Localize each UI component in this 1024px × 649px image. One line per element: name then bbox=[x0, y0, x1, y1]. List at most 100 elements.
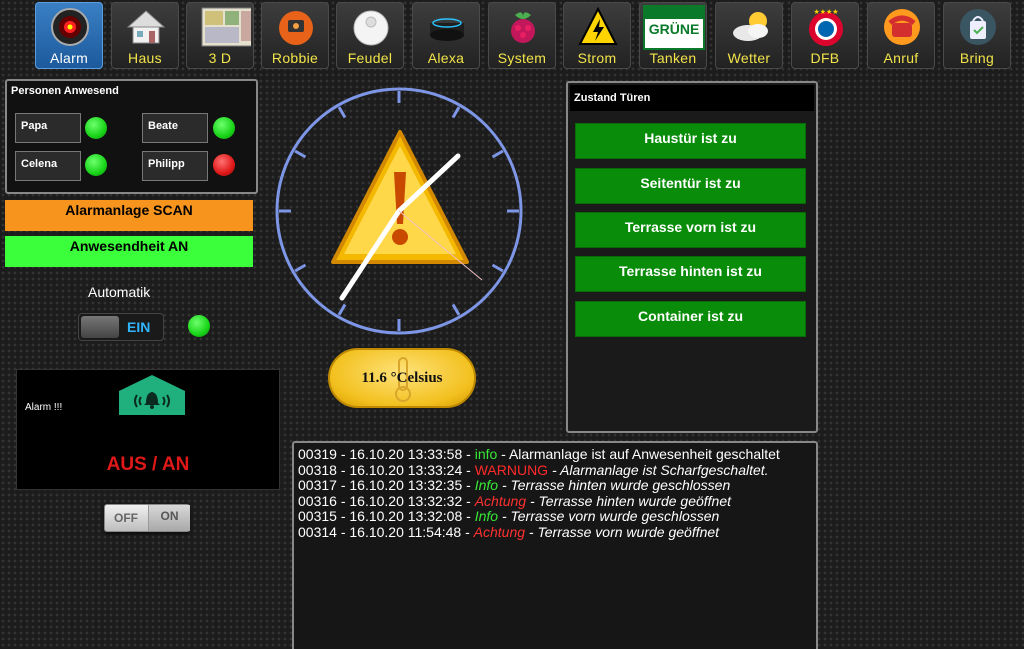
analog-clock bbox=[275, 87, 523, 335]
clock-tick bbox=[451, 303, 461, 316]
presence-indicator-papa bbox=[85, 117, 107, 139]
nav-feudel[interactable]: Feudel bbox=[336, 2, 404, 69]
nav-label: Strom bbox=[577, 50, 617, 66]
log-entry-prefix: 00316 - 16.10.20 13:32:32 - bbox=[298, 492, 475, 509]
log-entry: 00317 - 16.10.20 13:32:35 - Info - Terra… bbox=[298, 477, 730, 493]
door-status-terrasse-vorn: Terrasse vorn ist zu bbox=[575, 212, 806, 248]
alarm-scan-button[interactable]: Alarmanlage SCAN bbox=[5, 200, 253, 231]
floorplan-3d-icon bbox=[201, 7, 251, 47]
door-status-haustuer: Haustür ist zu bbox=[575, 123, 806, 159]
presence-indicator-celena bbox=[85, 154, 107, 176]
clock-tick bbox=[451, 106, 461, 119]
on-label: ON bbox=[148, 505, 190, 531]
person-papa: Papa bbox=[15, 113, 81, 143]
clock-tick bbox=[337, 106, 347, 119]
nav-tanken[interactable]: GRÜNE Tanken bbox=[639, 2, 707, 69]
nav-dfb[interactable]: ★★★★ DFB bbox=[791, 2, 859, 69]
nav-system[interactable]: System bbox=[488, 2, 556, 69]
weather-cloud-sun-icon bbox=[733, 12, 768, 41]
door-status-terrasse-hinten: Terrasse hinten ist zu bbox=[575, 256, 806, 292]
doors-panel-title: Zustand Türen bbox=[574, 92, 651, 104]
nav-label: Alarm bbox=[49, 50, 89, 66]
alarm-status: AUS / AN bbox=[106, 454, 190, 475]
warning-triangle-icon bbox=[331, 130, 469, 264]
phone-icon bbox=[884, 9, 920, 45]
nav-label: 3 D bbox=[208, 50, 232, 66]
log-entry-prefix: 00319 - 16.10.20 13:33:58 - bbox=[298, 446, 475, 462]
shopping-bag-icon bbox=[960, 9, 996, 45]
nav-anruf[interactable]: Anruf bbox=[867, 2, 935, 69]
gas-station-icon: GRÜNE bbox=[643, 5, 705, 50]
log-entry: 00318 - 16.10.20 13:33:24 - WARNUNG - Al… bbox=[298, 462, 769, 478]
door-status-seitentuer: Seitentür ist zu bbox=[575, 168, 806, 204]
off-label: OFF bbox=[114, 511, 138, 525]
nav-strom[interactable]: Strom bbox=[563, 2, 631, 69]
nav-label: Tanken bbox=[649, 50, 697, 66]
nav-label: Alexa bbox=[427, 50, 465, 66]
nav-label: System bbox=[497, 50, 547, 66]
nav-3d[interactable]: 3 D bbox=[186, 2, 254, 69]
alarm-off-on-switch[interactable]: OFF ON bbox=[104, 504, 190, 532]
nav-robbie[interactable]: Robbie bbox=[261, 2, 329, 69]
automatik-label: Automatik bbox=[88, 284, 151, 300]
nav-label: Haus bbox=[128, 50, 162, 66]
person-celena: Celena bbox=[15, 151, 81, 181]
nav-alexa[interactable]: Alexa bbox=[412, 2, 480, 69]
clock-tick bbox=[294, 263, 307, 273]
log-entry-prefix: 00314 - 16.10.20 11:54:48 - bbox=[298, 524, 474, 540]
log-entry-message: - Alarmanlage ist auf Anwesenheit gescha… bbox=[497, 446, 780, 462]
event-log[interactable]: 00319 - 16.10.20 13:33:58 - info - Alarm… bbox=[292, 441, 818, 649]
high-voltage-icon bbox=[578, 7, 618, 45]
clock-tick bbox=[491, 263, 504, 273]
log-entry: 00315 - 16.10.20 13:32:08 - Info - Terra… bbox=[298, 508, 719, 524]
alarm-box-label: Alarm !!! bbox=[25, 402, 63, 413]
log-entry-prefix: 00315 - 16.10.20 13:32:08 - bbox=[298, 508, 475, 525]
log-entry-prefix: 00318 - 16.10.20 13:33:24 - bbox=[298, 461, 475, 478]
clock-tick bbox=[491, 149, 504, 159]
clock-tick bbox=[294, 149, 307, 159]
house-icon bbox=[126, 10, 166, 44]
nav-bring[interactable]: Bring bbox=[943, 2, 1011, 69]
robot-vacuum-icon bbox=[279, 11, 313, 45]
door-status-container: Container ist zu bbox=[575, 301, 806, 337]
nav-wetter[interactable]: Wetter bbox=[715, 2, 783, 69]
clock-tick bbox=[337, 303, 347, 316]
hal-eye-icon bbox=[51, 8, 89, 46]
log-entry-message: - Terrasse hinten wurde geschlossen bbox=[498, 477, 731, 494]
log-entry: 00319 - 16.10.20 13:33:58 - info - Alarm… bbox=[298, 446, 780, 462]
person-philipp: Philipp bbox=[142, 151, 208, 181]
presence-indicator-philipp bbox=[213, 154, 235, 176]
automatik-toggle-text: EIN bbox=[127, 319, 151, 335]
nav-alarm[interactable]: Alarm bbox=[35, 2, 103, 69]
automatik-indicator bbox=[188, 315, 210, 337]
raspberry-pi-icon bbox=[511, 12, 535, 43]
nav-label: Feudel bbox=[347, 50, 393, 66]
nav-label: Anruf bbox=[883, 50, 919, 66]
presence-indicator-beate bbox=[213, 117, 235, 139]
nav-label: Bring bbox=[959, 50, 995, 66]
bayern-logo-icon: ★★★★ bbox=[809, 8, 843, 46]
svg-text:★★★★: ★★★★ bbox=[813, 8, 838, 16]
persons-panel: Personen Anwesend Papa Beate Celena Phil… bbox=[5, 79, 258, 194]
doors-panel-header: Zustand Türen bbox=[570, 85, 814, 111]
temperature-value: 11.6 °Celsius bbox=[361, 370, 443, 386]
nav-haus[interactable]: Haus bbox=[111, 2, 179, 69]
log-entry-message: - Terrasse vorn wurde geöffnet bbox=[525, 524, 720, 540]
house-alarm-icon bbox=[119, 375, 185, 415]
presence-button[interactable]: Anwesendheit AN bbox=[5, 236, 253, 267]
temperature-display: 11.6 °Celsius bbox=[328, 348, 476, 408]
alarm-box: Alarm !!! AUS / AN bbox=[16, 369, 280, 490]
tanken-logo-text: GRÜNE bbox=[648, 21, 700, 37]
echo-speaker-icon bbox=[430, 17, 464, 41]
log-entry-prefix: 00317 - 16.10.20 13:32:35 - bbox=[298, 477, 475, 494]
persons-panel-title: Personen Anwesend bbox=[11, 85, 119, 97]
mop-robot-icon bbox=[353, 10, 389, 46]
person-beate: Beate bbox=[142, 113, 208, 143]
log-entry-level: Achtung bbox=[474, 492, 527, 509]
log-entry-message: - Terrasse hinten wurde geöffnet bbox=[526, 492, 732, 509]
log-entry-level: info bbox=[474, 446, 498, 462]
log-entry: 00316 - 16.10.20 13:32:32 - Achtung - Te… bbox=[298, 493, 731, 509]
automatik-toggle[interactable]: EIN bbox=[78, 313, 164, 341]
nav-label: DFB bbox=[810, 50, 840, 66]
log-entry-level: Achtung bbox=[473, 524, 526, 540]
